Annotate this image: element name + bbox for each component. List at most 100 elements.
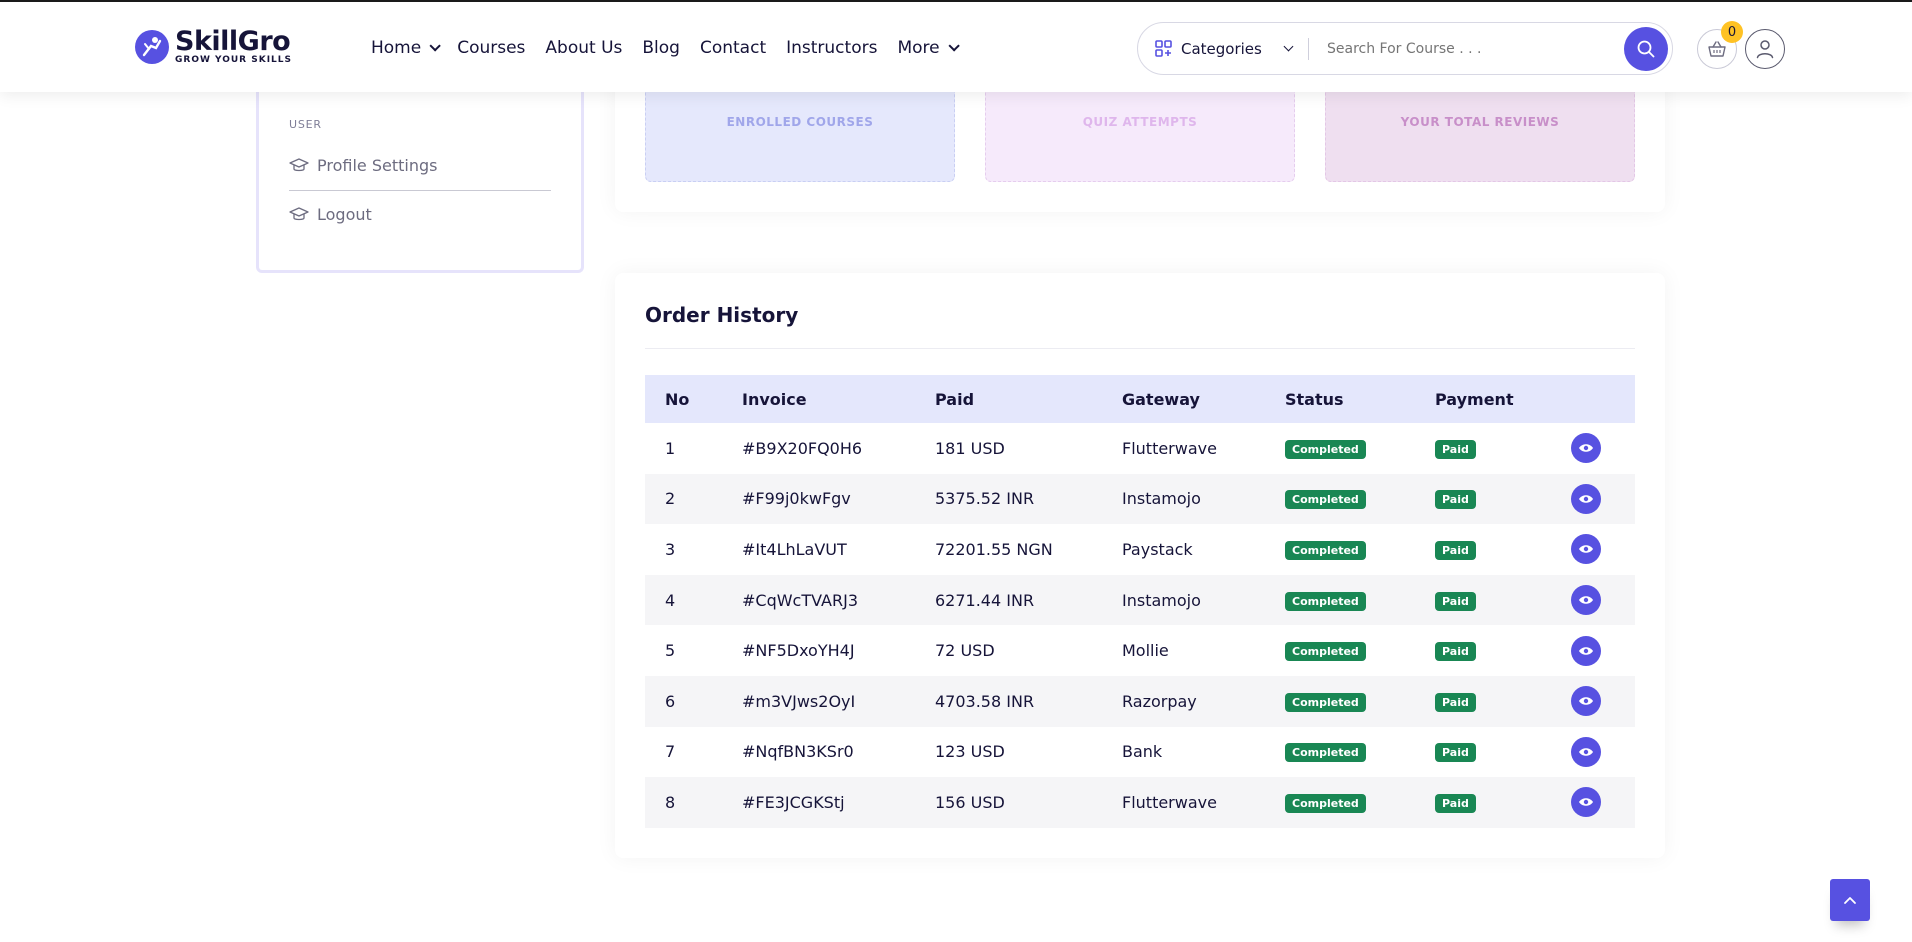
order-number: 4 [665,590,676,610]
order-number: 7 [665,742,676,762]
nav-item-about-us[interactable]: About Us [545,38,622,58]
search-input[interactable] [1327,40,1607,57]
order-number: 2 [665,489,676,509]
status-badge: Completed [1285,540,1366,560]
nav-item-blog[interactable]: Blog [642,38,680,58]
invoice-id: #NqfBN3KSr0 [742,742,854,762]
categories-label: Categories [1181,39,1262,58]
order-number: 3 [665,539,676,559]
nav-item-contact[interactable]: Contact [700,38,766,58]
nav-item-home[interactable]: Home [371,38,441,58]
status-cell: Completed [1265,777,1415,828]
course-search-bar: Categories [1137,22,1673,75]
logo-icon [135,30,169,64]
sidebar-section-label: USER [289,118,322,131]
chevron-up-icon [1844,897,1856,904]
payment-cell: Paid [1415,625,1551,676]
table-row: 7 #NqfBN3KSr0 123 USD Bank Completed Paid [645,727,1635,778]
cart-button[interactable]: 0 [1697,21,1743,69]
amount-paid: 123 USD [935,742,1005,762]
view-order-button[interactable] [1571,736,1601,767]
action-cell [1551,676,1635,727]
nav-item-instructors[interactable]: Instructors [786,38,877,58]
payment-badge: Paid [1435,490,1476,510]
brand-name: SkillGro [175,26,291,57]
nav-label: More [897,38,940,58]
payment-cell: Paid [1415,423,1551,474]
payment-badge: Paid [1435,439,1476,459]
eye-icon [1579,697,1593,706]
invoice-id: #CqWcTVARJ3 [742,590,859,610]
column-header: Status [1285,389,1344,409]
scroll-to-top-button[interactable] [1830,879,1870,921]
payment-gateway: Bank [1122,742,1163,762]
search-button[interactable] [1624,27,1668,71]
table-row: 1 #B9X20FQ0H6 181 USD Flutterwave Completed P… [645,423,1635,474]
user-icon [1756,40,1774,59]
basket-icon [1708,41,1726,57]
status-badge: Completed [1285,743,1366,763]
order-number: 8 [665,792,676,812]
action-cell [1551,727,1635,778]
sidebar-item-profile-settings[interactable]: Profile Settings [289,156,437,175]
table-header-row: No Invoice Paid Gateway Status Payment [645,375,1635,423]
amount-paid: 156 USD [935,792,1005,812]
column-header: Invoice [742,389,807,409]
chevron-down-icon [948,40,960,52]
payment-gateway: Mollie [1122,641,1169,661]
column-header [1551,375,1635,423]
brand-logo[interactable]: SkillGro GROW YOUR SKILLS [135,26,293,65]
status-badge: Completed [1285,793,1366,813]
order-history-panel: Order History No Invoice Paid Gateway St… [615,273,1665,858]
status-badge: Completed [1285,692,1366,712]
view-order-button[interactable] [1571,433,1601,464]
chevron-down-icon [429,40,441,52]
amount-paid: 72 USD [935,641,995,661]
status-cell: Completed [1265,625,1415,676]
view-order-button[interactable] [1571,534,1601,565]
title-divider [645,348,1635,349]
nav-item-more[interactable]: More [897,38,960,58]
view-order-button[interactable] [1571,585,1601,616]
nav-label: Courses [457,38,526,58]
column-header: No [665,389,690,409]
status-cell: Completed [1265,727,1415,778]
invoice-id: #It4LhLaVUT [742,539,847,559]
nav-label: Home [371,38,422,58]
view-order-button[interactable] [1571,635,1601,666]
column-header: Gateway [1122,389,1200,409]
sidebar-item-logout[interactable]: Logout [289,205,372,224]
search-icon [1637,40,1655,58]
payment-gateway: Razorpay [1122,691,1197,711]
grid-icon [1155,40,1172,57]
brand-tagline: GROW YOUR SKILLS [175,55,293,65]
payment-gateway: Paystack [1122,539,1193,559]
stat-label: YOUR TOTAL REVIEWS [1400,115,1560,129]
view-order-button[interactable] [1571,483,1601,514]
payment-cell: Paid [1415,727,1551,778]
categories-dropdown[interactable]: Categories [1138,23,1308,74]
payment-gateway: Flutterwave [1122,438,1217,458]
eye-icon [1579,646,1593,655]
action-cell [1551,474,1635,525]
main-nav: Home Courses About Us Blog Contact Instr… [371,38,976,58]
payment-cell: Paid [1415,676,1551,727]
status-badge: Completed [1285,591,1366,611]
nav-label: Blog [642,38,680,58]
payment-badge: Paid [1435,642,1476,662]
status-cell: Completed [1265,423,1415,474]
nav-item-courses[interactable]: Courses [457,38,525,58]
invoice-id: #F99j0kwFgv [742,489,851,509]
order-number: 6 [665,691,676,711]
stat-label: QUIZ ATTEMPTS [1082,115,1198,129]
user-account-button[interactable] [1745,29,1785,69]
view-order-button[interactable] [1571,686,1601,717]
payment-gateway: Instamojo [1122,489,1201,509]
eye-icon [1579,444,1593,453]
payment-cell: Paid [1415,777,1551,828]
view-order-button[interactable] [1571,787,1601,818]
table-row: 2 #F99j0kwFgv 5375.52 INR Instamojo Complete… [645,473,1635,525]
dashboard-sidebar: USER Profile Settings Logout [256,70,584,273]
action-cell [1551,625,1635,676]
invoice-id: #B9X20FQ0H6 [742,438,863,458]
